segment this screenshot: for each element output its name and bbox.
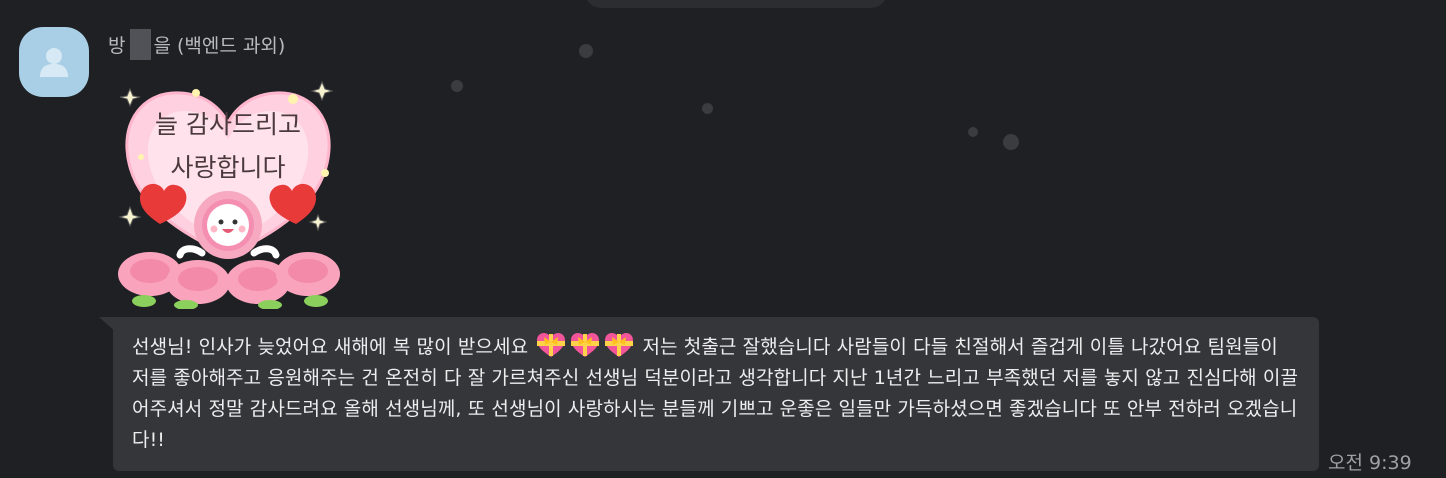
- heart-with-ribbon-icon: [605, 333, 634, 357]
- background-dot: [451, 80, 463, 92]
- date-divider: [585, 0, 887, 8]
- chat-room: 방 을 (백엔드 과외) 늘 감사드리고 사랑합니다 선생님! 인사가 늦었어요…: [0, 0, 1446, 478]
- sticker-text-line2: 사랑합니다: [170, 153, 285, 182]
- message-bubble[interactable]: 선생님! 인사가 늦었어요 새해에 복 많이 받으세요 저는 첫출근 잘했습니다…: [113, 317, 1319, 471]
- background-dot: [579, 44, 593, 58]
- background-dot: [702, 103, 713, 114]
- message-text-part1: 선생님! 인사가 늦었어요 새해에 복 많이 받으세요: [132, 336, 529, 358]
- redaction-mask: [130, 29, 152, 60]
- heart-with-ribbon-icon: [537, 333, 566, 357]
- background-dot: [1003, 134, 1019, 150]
- sender-name-prefix: 방: [108, 35, 126, 57]
- sender-name-suffix: 을 (백엔드 과외): [153, 35, 286, 57]
- message-timestamp: 오전 9:39: [1328, 452, 1412, 474]
- avatar[interactable]: [19, 27, 89, 97]
- person-icon: [40, 48, 68, 77]
- background-dot: [968, 127, 978, 137]
- sender-name: 방 을 (백엔드 과외): [108, 29, 285, 60]
- sticker-text-line1: 늘 감사드리고: [155, 110, 301, 139]
- heart-with-ribbon-icon: [571, 333, 600, 357]
- message-text: 선생님! 인사가 늦었어요 새해에 복 많이 받으세요 저는 첫출근 잘했습니다…: [132, 332, 1301, 456]
- rose-bed: [118, 252, 340, 310]
- sticker-image[interactable]: 늘 감사드리고 사랑합니다: [110, 77, 346, 310]
